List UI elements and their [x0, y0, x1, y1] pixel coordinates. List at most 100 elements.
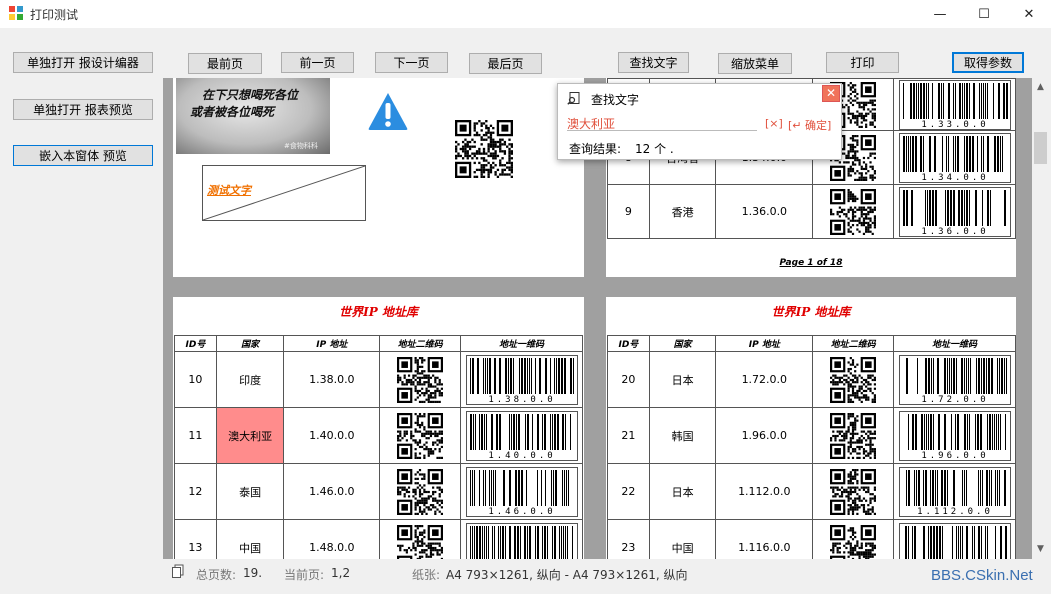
- minimize-button[interactable]: —: [917, 0, 963, 28]
- first-page-button[interactable]: 最前页: [188, 53, 262, 74]
- page-4-table: ID号 国家 IP 地址 地址二维码 地址一维码 20 日本 1.72.0.0 …: [607, 335, 1016, 559]
- photo-caption-2: 或者被各位喝死: [190, 105, 275, 119]
- total-pages-value: 19.: [243, 566, 263, 580]
- cell-ip: 1.40.0.0: [283, 407, 381, 464]
- cell-ip: 1.46.0.0: [283, 463, 381, 520]
- cell-country: 日本: [648, 351, 717, 408]
- watermark-text: BBS.CSkin.Net: [931, 567, 1033, 584]
- open-preview-button[interactable]: 单独打开 报表预览: [13, 99, 153, 120]
- embed-preview-button[interactable]: 嵌入本窗体 预览: [13, 145, 153, 166]
- cell-id: 10: [174, 351, 217, 408]
- cell-id: 20: [607, 351, 650, 408]
- window-title: 打印测试: [30, 8, 79, 22]
- last-page-button[interactable]: 最后页: [469, 53, 542, 74]
- page-4: 世界IP 地址库 ID号 国家 IP 地址 地址二维码 地址一维码 20 日本 …: [606, 297, 1016, 559]
- cell-ip: 1.48.0.0: [283, 519, 381, 559]
- app-icon: [9, 6, 23, 20]
- current-page-value: 1,2: [331, 566, 351, 580]
- warning-icon: [368, 93, 408, 130]
- cell-ip: 1.72.0.0: [715, 351, 814, 408]
- page-title: 世界IP 地址库: [771, 305, 851, 319]
- find-text-dialog: 查找文字 ✕ 澳大利亚 [×] [↵ 确定] 查询结果: 12 个 .: [557, 83, 842, 160]
- barcode: 1.112.0.0: [898, 466, 1011, 517]
- col-id: ID号: [607, 335, 650, 352]
- qr-code: [397, 412, 444, 459]
- barcode: [465, 522, 578, 559]
- close-button[interactable]: ✕: [1006, 0, 1051, 28]
- find-dialog-close-button[interactable]: ✕: [822, 85, 840, 102]
- barcode: 1.72.0.0: [898, 354, 1011, 405]
- table-row: 13 中国 1.48.0.0: [174, 519, 583, 559]
- svg-text:1.40.0.0: 1.40.0.0: [488, 451, 555, 461]
- cell-country: 韩国: [648, 407, 717, 464]
- next-page-button[interactable]: 下一页: [375, 52, 448, 73]
- barcode: 1.34.0.0: [898, 132, 1011, 183]
- title-bar: 打印测试 — ☐ ✕: [0, 0, 1051, 28]
- find-result-value: 12 个 .: [635, 142, 674, 156]
- scroll-down-arrow-icon[interactable]: ▼: [1032, 544, 1049, 554]
- qr-code-image: [455, 120, 513, 178]
- cell-country: 泰国: [215, 463, 285, 520]
- svg-text:1.33.0.0: 1.33.0.0: [921, 120, 988, 130]
- cell-id: 22: [607, 463, 650, 520]
- vertical-scrollbar[interactable]: ▲ ▼: [1032, 78, 1049, 559]
- cell-ip: 1.36.0.0: [715, 184, 814, 239]
- cell-ip: 1.38.0.0: [283, 351, 381, 408]
- find-clear-button[interactable]: [×]: [765, 117, 783, 130]
- find-text-button[interactable]: 查找文字: [618, 52, 689, 73]
- svg-text:1.96.0.0: 1.96.0.0: [921, 451, 988, 461]
- scrollbar-thumb[interactable]: [1034, 132, 1047, 164]
- prev-page-button[interactable]: 前一页: [281, 52, 354, 73]
- test-text-box: 测试文字: [202, 165, 366, 221]
- barcode: 1.38.0.0: [465, 354, 578, 405]
- find-query-input[interactable]: 澳大利亚: [567, 115, 757, 131]
- cell-country-highlighted: 澳大利亚: [215, 407, 285, 464]
- photo-caption-1: 在下只想喝死各位: [202, 88, 299, 102]
- table-row: 11 澳大利亚 1.40.0.0 1.40.0.0: [174, 407, 583, 464]
- qr-code: [830, 412, 877, 459]
- paper-label: 纸张:: [412, 568, 441, 582]
- photo-watermark: #食物科科: [284, 142, 318, 150]
- svg-text:1.72.0.0: 1.72.0.0: [921, 395, 988, 405]
- page-footer: Page 1 of 18: [779, 258, 843, 268]
- qr-code: [397, 468, 444, 515]
- page-1: 在下只想喝死各位 或者被各位喝死 #食物科科 测试文字: [173, 78, 584, 277]
- col-barcode: 地址一维码: [893, 335, 1016, 352]
- scroll-up-arrow-icon[interactable]: ▲: [1032, 82, 1049, 92]
- col-ip: IP 地址: [715, 335, 814, 352]
- current-page-label: 当前页:: [284, 568, 325, 582]
- qr-code: [397, 356, 444, 403]
- pages-icon: [172, 564, 184, 578]
- cell-country: 香港: [648, 184, 717, 239]
- cell-country: 中国: [215, 519, 285, 559]
- page-3-table: ID号 国家 IP 地址 地址二维码 地址一维码 10 印度 1.38.0.0 …: [174, 335, 583, 559]
- cell-ip: 1.116.0.0: [715, 519, 814, 559]
- barcode: 1.96.0.0: [898, 410, 1011, 461]
- barcode: 1.33.0.0: [898, 79, 1011, 130]
- paper-value: A4 793×1261, 纵向 - A4 793×1261, 纵向: [446, 568, 688, 582]
- col-qr: 地址二维码: [812, 335, 895, 352]
- col-barcode: 地址一维码: [460, 335, 583, 352]
- cell-id: 13: [174, 519, 217, 559]
- cell-country: 印度: [215, 351, 285, 408]
- table-row: 21 韩国 1.96.0.0 1.96.0.0: [607, 407, 1016, 464]
- qr-code: [397, 524, 444, 559]
- col-country: 国家: [215, 335, 285, 352]
- barcode: [898, 522, 1011, 559]
- cell-country: 中国: [648, 519, 717, 559]
- zoom-menu-button[interactable]: 缩放菜单: [718, 53, 792, 74]
- status-bar: 总页数: 19. 当前页: 1,2 纸张: A4 793×1261, 纵向 - …: [0, 561, 1051, 594]
- cell-id: 9: [607, 184, 650, 239]
- table-row: 23 中国 1.116.0.0: [607, 519, 1016, 559]
- col-id: ID号: [174, 335, 217, 352]
- get-params-button[interactable]: 取得参数: [952, 52, 1024, 73]
- find-confirm-button[interactable]: [↵ 确定]: [788, 117, 831, 133]
- qr-code: [830, 188, 877, 235]
- find-dialog-title: 查找文字: [591, 93, 640, 107]
- print-button[interactable]: 打印: [826, 52, 899, 73]
- table-row: 22 日本 1.112.0.0 1.112.0.0: [607, 463, 1016, 520]
- open-designer-button[interactable]: 单独打开 报设计编器: [13, 52, 153, 73]
- table-row: 20 日本 1.72.0.0 1.72.0.0: [607, 351, 1016, 408]
- maximize-button[interactable]: ☐: [961, 0, 1007, 28]
- total-pages-label: 总页数:: [196, 568, 237, 582]
